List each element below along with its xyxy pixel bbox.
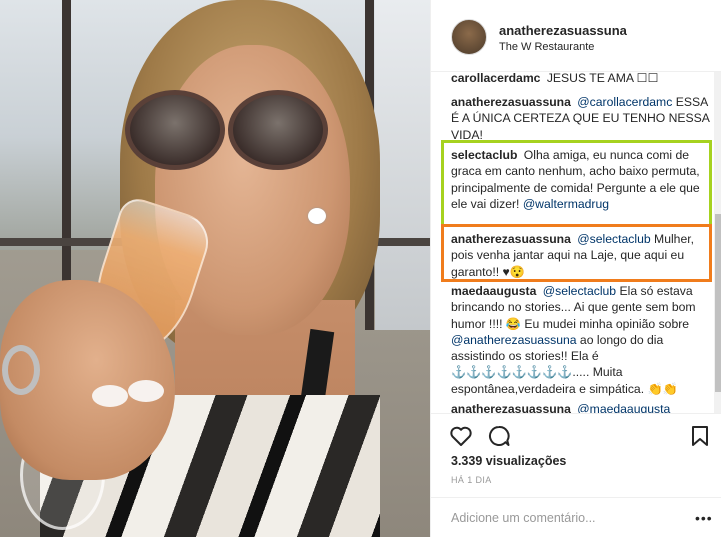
post-actions — [431, 413, 721, 457]
fingernail — [128, 380, 164, 402]
post-date[interactable]: HÁ 1 DIA — [451, 475, 492, 485]
background-building — [375, 0, 430, 330]
comment-mention[interactable]: @anatherezasuassuna — [451, 333, 577, 347]
avatar[interactable] — [451, 19, 487, 55]
ring — [2, 345, 40, 395]
earring — [308, 208, 326, 224]
comment-text: JESUS TE AMA ☐☐ — [546, 72, 659, 85]
post-username[interactable]: anatherezasuassuna — [499, 23, 627, 38]
comment-mention[interactable]: @selectaclub — [543, 284, 616, 298]
add-comment-bar: ••• — [431, 497, 721, 537]
comment-username[interactable]: maedaaugusta — [451, 284, 536, 298]
post-side-panel: anatherezasuassuna The W Restaurante car… — [430, 0, 721, 537]
fingernail — [92, 385, 128, 407]
comment-item: anatherezasuassuna @maedaaugusta — [451, 401, 712, 413]
comment-icon[interactable] — [486, 423, 512, 449]
post-header: anatherezasuassuna The W Restaurante — [431, 0, 721, 72]
comment-username[interactable]: anatherezasuassuna — [451, 95, 571, 109]
more-options-icon[interactable]: ••• — [695, 510, 713, 526]
post-video[interactable] — [0, 0, 430, 537]
comment-mention[interactable]: @maedaaugusta — [577, 402, 670, 413]
post-location[interactable]: The W Restaurante — [499, 41, 594, 53]
heart-icon[interactable] — [448, 423, 474, 449]
highlight-box-orange — [441, 224, 712, 282]
comment-item: anatherezasuassuna @carollacerdamc ESSA … — [451, 94, 712, 143]
add-comment-input[interactable] — [451, 509, 681, 527]
comment-username[interactable]: carollacerdamc — [451, 72, 540, 85]
comment-item: carollacerdamc JESUS TE AMA ☐☐ — [451, 72, 712, 86]
highlight-box-green — [441, 140, 712, 227]
comment-username[interactable]: anatherezasuassuna — [451, 402, 571, 413]
bookmark-icon[interactable] — [687, 423, 713, 449]
comment-mention[interactable]: @carollacerdamc — [577, 95, 672, 109]
view-count[interactable]: 3.339 visualizações — [451, 454, 566, 468]
comment-item: maedaaugusta @selectaclub Ela só estava … — [451, 283, 701, 397]
sunglasses-lens — [228, 90, 328, 170]
comments-scrollbar[interactable] — [714, 72, 721, 413]
sunglasses-lens — [125, 90, 225, 170]
scrollbar-thumb[interactable] — [715, 214, 721, 392]
